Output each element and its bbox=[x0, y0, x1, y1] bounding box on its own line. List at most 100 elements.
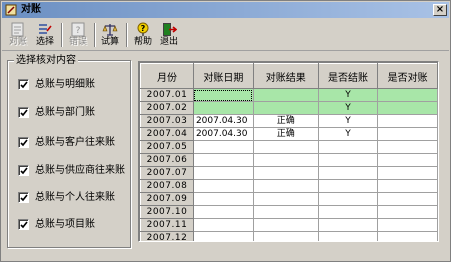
table-row[interactable]: 2007.04 2007.04.30 正确 Y bbox=[140, 127, 438, 141]
date-cell[interactable]: 2007.04.30 bbox=[192, 127, 254, 141]
table-row[interactable]: 2007.05 bbox=[140, 140, 438, 154]
reconciled-cell[interactable] bbox=[377, 153, 438, 167]
result-cell[interactable] bbox=[252, 88, 319, 102]
closed-cell[interactable]: Y bbox=[317, 88, 379, 102]
date-cell[interactable] bbox=[192, 205, 254, 219]
column-header-reconciled[interactable]: 是否对账 bbox=[377, 63, 438, 89]
checkbox[interactable] bbox=[18, 192, 29, 203]
month-cell: 2007.07 bbox=[140, 166, 194, 180]
reconciled-cell[interactable] bbox=[377, 88, 438, 102]
reconciled-cell[interactable] bbox=[377, 231, 438, 241]
reconcile-button[interactable]: 对账 bbox=[5, 21, 31, 49]
help-button[interactable]: ? 帮助 bbox=[130, 21, 156, 49]
error-button[interactable]: ? 错误 bbox=[65, 21, 91, 49]
result-cell[interactable] bbox=[252, 192, 319, 206]
date-cell[interactable] bbox=[192, 153, 254, 167]
closed-cell[interactable]: Y bbox=[317, 101, 379, 115]
option-label: 总账与项目账 bbox=[35, 219, 95, 230]
table-row[interactable]: 2007.10 bbox=[140, 205, 438, 219]
table-row[interactable]: 2007.03 2007.04.30 正确 Y bbox=[140, 114, 438, 128]
table-row[interactable]: 2007.09 bbox=[140, 192, 438, 206]
reconciled-cell[interactable] bbox=[377, 140, 438, 154]
result-cell[interactable] bbox=[252, 101, 319, 115]
exit-button-label: 退出 bbox=[159, 37, 178, 47]
error-button-label: 错误 bbox=[68, 37, 87, 47]
column-header-month[interactable]: 月份 bbox=[140, 63, 194, 89]
option-label: 总账与供应商往来账 bbox=[35, 165, 125, 176]
table-row[interactable]: 2007.11 bbox=[140, 218, 438, 232]
closed-cell[interactable] bbox=[317, 192, 379, 206]
date-cell[interactable] bbox=[192, 140, 254, 154]
result-cell[interactable] bbox=[252, 205, 319, 219]
checkmark-icon bbox=[20, 81, 28, 89]
result-cell[interactable]: 正确 bbox=[252, 127, 319, 141]
reconcile-grid[interactable]: 月份 对账日期 对账结果 是否结账 是否对账 2007.01 Y 2007.02 bbox=[138, 61, 439, 242]
check-options-group: 选择核对内容 总账与明细账 总账与部门账 总账与客户往来账 总账与供应商往来账 … bbox=[7, 54, 131, 248]
column-header-result[interactable]: 对账结果 bbox=[252, 63, 319, 89]
closed-cell[interactable]: Y bbox=[317, 114, 379, 128]
result-cell[interactable] bbox=[252, 218, 319, 232]
reconciled-cell[interactable] bbox=[377, 166, 438, 180]
date-cell[interactable] bbox=[192, 88, 254, 102]
result-cell[interactable] bbox=[252, 179, 319, 193]
toolbar: 对账 选择 ? 错误 试算 ? 帮助 退出 bbox=[2, 19, 449, 51]
option-ledger-personal[interactable]: 总账与个人往来账 bbox=[18, 191, 115, 204]
closed-cell[interactable] bbox=[317, 218, 379, 232]
reconciled-cell[interactable] bbox=[377, 101, 438, 115]
option-ledger-department[interactable]: 总账与部门账 bbox=[18, 106, 95, 119]
error-icon: ? bbox=[71, 22, 85, 37]
select-button[interactable]: 选择 bbox=[32, 21, 58, 49]
exit-icon bbox=[163, 23, 177, 36]
close-button[interactable]: × bbox=[433, 4, 447, 16]
check-options-title: 选择核对内容 bbox=[14, 54, 78, 67]
date-cell[interactable] bbox=[192, 231, 254, 241]
option-ledger-detail[interactable]: 总账与明细账 bbox=[18, 78, 95, 91]
table-row[interactable]: 2007.08 bbox=[140, 179, 438, 193]
result-cell[interactable] bbox=[252, 166, 319, 180]
column-header-date[interactable]: 对账日期 bbox=[192, 63, 254, 89]
date-cell[interactable]: 2007.04.30 bbox=[192, 114, 254, 128]
result-cell[interactable] bbox=[252, 231, 319, 241]
closed-cell[interactable] bbox=[317, 231, 379, 241]
table-row[interactable]: 2007.02 Y bbox=[140, 101, 438, 115]
closed-cell[interactable] bbox=[317, 166, 379, 180]
month-cell: 2007.04 bbox=[140, 127, 194, 141]
reconciled-cell[interactable] bbox=[377, 114, 438, 128]
checkbox[interactable] bbox=[18, 107, 29, 118]
option-ledger-customer[interactable]: 总账与客户往来账 bbox=[18, 136, 115, 149]
exit-button[interactable]: 退出 bbox=[156, 21, 182, 49]
checkbox[interactable] bbox=[18, 137, 29, 148]
closed-cell[interactable]: Y bbox=[317, 127, 379, 141]
result-cell[interactable]: 正确 bbox=[252, 114, 319, 128]
reconciled-cell[interactable] bbox=[377, 127, 438, 141]
date-cell[interactable] bbox=[192, 166, 254, 180]
column-header-closed[interactable]: 是否结账 bbox=[317, 63, 379, 89]
result-cell[interactable] bbox=[252, 140, 319, 154]
window-title: 对账 bbox=[21, 4, 41, 15]
closed-cell[interactable] bbox=[317, 140, 379, 154]
closed-cell[interactable] bbox=[317, 205, 379, 219]
table-row[interactable]: 2007.01 Y bbox=[140, 88, 438, 102]
table-row[interactable]: 2007.06 bbox=[140, 153, 438, 167]
checkbox[interactable] bbox=[18, 79, 29, 90]
closed-cell[interactable] bbox=[317, 153, 379, 167]
option-ledger-project[interactable]: 总账与项目账 bbox=[18, 218, 95, 231]
closed-cell[interactable] bbox=[317, 179, 379, 193]
checkbox[interactable] bbox=[18, 165, 29, 176]
date-cell[interactable] bbox=[192, 101, 254, 115]
title-bar[interactable]: 对账 × bbox=[2, 2, 449, 18]
table-row[interactable]: 2007.07 bbox=[140, 166, 438, 180]
trial-balance-button[interactable]: 试算 bbox=[97, 21, 123, 49]
option-ledger-supplier[interactable]: 总账与供应商往来账 bbox=[18, 164, 125, 177]
reconciled-cell[interactable] bbox=[377, 179, 438, 193]
balance-scale-icon bbox=[102, 24, 118, 36]
date-cell[interactable] bbox=[192, 192, 254, 206]
reconciled-cell[interactable] bbox=[377, 192, 438, 206]
checkbox[interactable] bbox=[18, 219, 29, 230]
reconciled-cell[interactable] bbox=[377, 218, 438, 232]
reconciled-cell[interactable] bbox=[377, 205, 438, 219]
result-cell[interactable] bbox=[252, 153, 319, 167]
date-cell[interactable] bbox=[192, 218, 254, 232]
date-cell[interactable] bbox=[192, 179, 254, 193]
table-row[interactable]: 2007.12 bbox=[140, 231, 438, 241]
